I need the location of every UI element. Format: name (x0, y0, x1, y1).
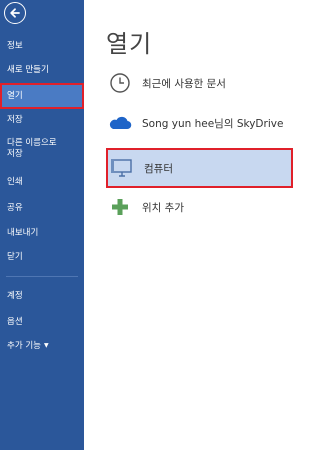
nav-item-export[interactable]: 내보내기 (0, 220, 84, 246)
nav-item-info[interactable]: 정보 (0, 33, 84, 59)
nav-item-open[interactable]: 열기 (0, 83, 84, 109)
nav-item-label: 내보내기 (7, 227, 39, 238)
backstage-sidebar: 정보 새로 만들기 열기 저장 다른 이름으로 저장 인쇄 공유 내보내기 닫기… (0, 0, 84, 450)
nav-item-options[interactable]: 옵션 (0, 309, 84, 335)
place-label: 최근에 사용한 문서 (142, 77, 226, 90)
nav-item-label: 공유 (7, 202, 23, 213)
nav-item-close[interactable]: 닫기 (0, 244, 84, 270)
place-label: 위치 추가 (142, 201, 184, 214)
back-arrow-icon (10, 8, 20, 18)
place-skydrive[interactable]: Song yun hee님의 SkyDrive (108, 106, 283, 140)
place-add-location[interactable]: 위치 추가 (108, 190, 184, 224)
nav-item-label: 닫기 (7, 251, 23, 262)
nav-item-label: 인쇄 (7, 176, 23, 187)
place-computer[interactable]: 컴퓨터 (106, 148, 293, 188)
computer-icon (111, 159, 132, 177)
nav-item-label: 새로 만들기 (7, 64, 49, 75)
nav-item-add-ins[interactable]: 추가 기능 ▼ (0, 333, 84, 359)
open-panel: 열기 최근에 사용한 문서 Song yun hee님의 SkyDrive 컴퓨… (84, 0, 300, 450)
nav-item-label: 추가 기능 (7, 340, 41, 351)
sidebar-divider (6, 276, 78, 277)
page-title: 열기 (106, 30, 153, 58)
place-recent-documents[interactable]: 최근에 사용한 문서 (108, 66, 226, 100)
nav-item-new[interactable]: 새로 만들기 (0, 57, 84, 83)
nav-item-save[interactable]: 저장 (0, 107, 84, 133)
nav-item-label: 계정 (7, 290, 23, 301)
clock-icon (110, 73, 130, 93)
plus-icon (112, 199, 128, 215)
nav-item-label: 옵션 (7, 316, 23, 327)
nav-item-share[interactable]: 공유 (0, 195, 84, 221)
place-label: 컴퓨터 (144, 162, 173, 175)
nav-item-account[interactable]: 계정 (0, 283, 84, 309)
nav-item-save-as[interactable]: 다른 이름으로 저장 (0, 134, 84, 164)
caret-down-icon: ▼ (43, 342, 49, 350)
nav-item-print[interactable]: 인쇄 (0, 169, 84, 195)
cloud-icon (109, 116, 132, 130)
nav-item-label: 열기 (7, 90, 23, 101)
nav-item-label: 다른 이름으로 저장 (7, 138, 57, 159)
back-button[interactable] (4, 2, 26, 24)
nav-item-label: 저장 (7, 114, 23, 125)
place-label: Song yun hee님의 SkyDrive (142, 117, 284, 130)
nav-item-label: 정보 (7, 40, 23, 51)
